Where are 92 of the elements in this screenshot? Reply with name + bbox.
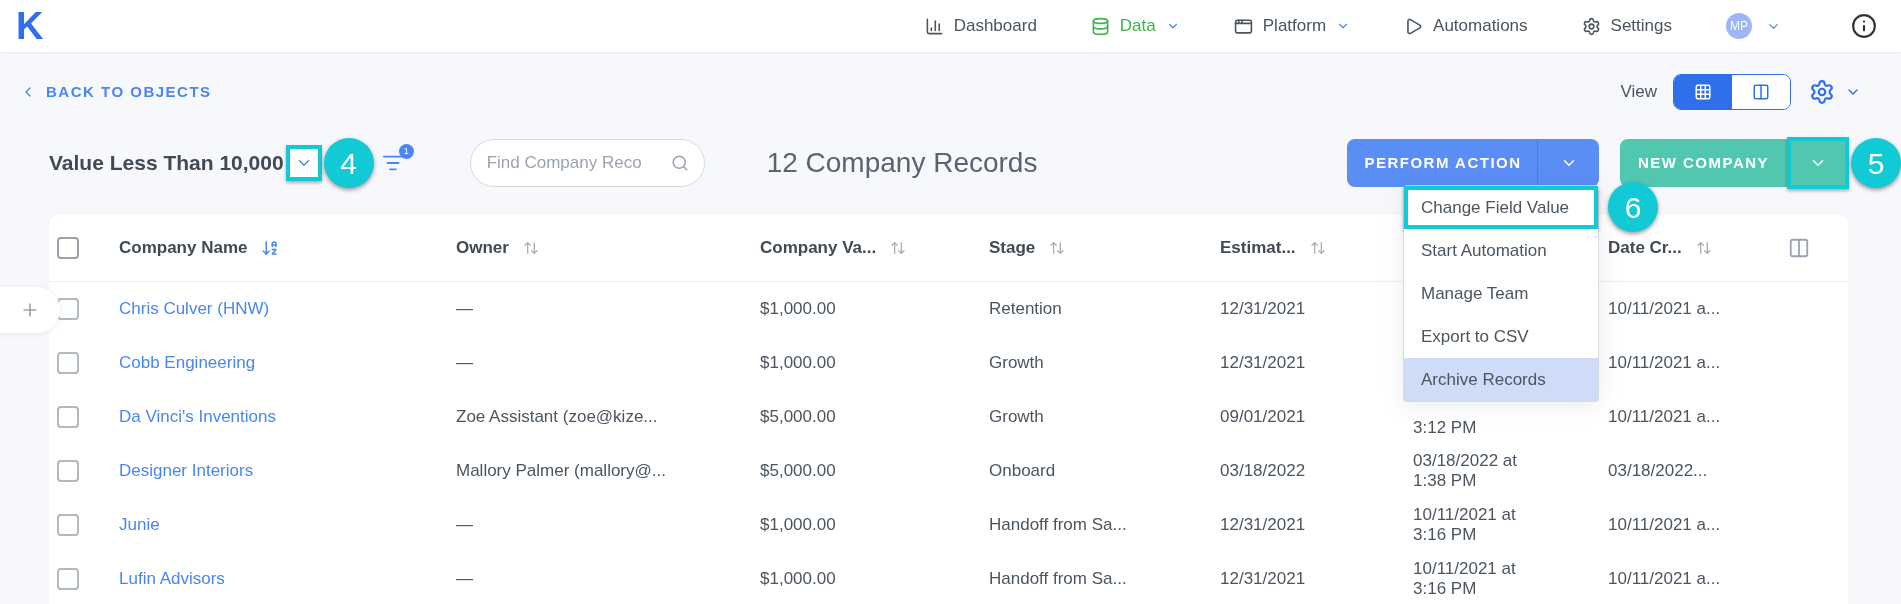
table-cell: 10/11/2021 a... (1608, 514, 1721, 534)
company-link[interactable]: Chris Culver (HNW) (119, 298, 270, 318)
table-cell: 09/01/2021 (1220, 406, 1306, 426)
row-checkbox[interactable] (57, 460, 79, 482)
table-cell: $1,000.00 (760, 352, 836, 372)
row-checkbox[interactable] (57, 514, 79, 536)
table-cell: Growth (989, 352, 1044, 372)
sort-icon[interactable] (522, 240, 539, 256)
table-cell: Handoff from Sa... (989, 514, 1127, 534)
view-name: Value Less Than 10,000 (49, 150, 284, 177)
column-header[interactable]: Estimat... (1220, 235, 1296, 261)
window-icon (1233, 16, 1253, 36)
table-cell: $1,000.00 (760, 298, 836, 318)
search-field[interactable]: Find Company Reco (469, 139, 705, 187)
table-cell: 10/11/2021 a... (1608, 352, 1721, 372)
database-icon (1090, 16, 1110, 36)
row-checkbox[interactable] (57, 298, 79, 320)
column-header[interactable]: Company Name (119, 235, 248, 261)
table-cell: 12/31/2021 (1220, 298, 1306, 318)
company-link[interactable]: Lufin Advisors (119, 568, 225, 588)
sort-icon[interactable] (1309, 240, 1326, 256)
table-cell-text: 03/18/2022 at 1:38 PM (1413, 450, 1518, 492)
nav-item[interactable]: Dashboard (924, 13, 1037, 39)
table-cell-text: 10/11/2021 at 3:16 PM (1413, 558, 1517, 600)
column-header[interactable]: Owner (456, 235, 509, 261)
table-cell: $1,000.00 (760, 514, 836, 534)
sort-icon[interactable] (1695, 240, 1712, 256)
table-cell: Growth (989, 406, 1044, 426)
table-cell: 12/31/2021 (1220, 568, 1306, 588)
table-cell: 10/11/2021 a... (1608, 298, 1721, 318)
row-checkbox[interactable] (57, 406, 79, 428)
step-number-badge: 5 (1851, 138, 1901, 188)
table-cell-text: 3:12 PM (1413, 417, 1478, 439)
table-cell: — (456, 298, 473, 318)
column-header[interactable]: Stage (989, 235, 1036, 261)
table-cell: — (456, 514, 473, 534)
column-header[interactable]: Date Cr... (1608, 235, 1682, 261)
table-cell: 12/31/2021 (1220, 352, 1306, 372)
company-link[interactable]: Da Vinci's Inventions (119, 406, 276, 426)
table-cell-text: 10/11/2021 at 3:16 PM (1413, 504, 1517, 546)
table-cell: — (456, 568, 473, 588)
nav-item[interactable]: Automations (1404, 13, 1528, 39)
table-cell: 12/31/2021 (1220, 514, 1306, 534)
view-toggle[interactable] (1674, 75, 1732, 109)
info-icon[interactable] (1851, 13, 1877, 39)
grid-icon (1694, 83, 1712, 101)
table-cell: 10/11/2021 a... (1608, 568, 1721, 588)
step-number-badge: 4 (323, 138, 374, 188)
settings-icon (1809, 79, 1835, 105)
table-cell: Onboard (989, 460, 1056, 480)
sort-icon[interactable] (890, 240, 907, 256)
view-label: View (1620, 81, 1657, 104)
record-count: 12 Company Records (766, 146, 1038, 180)
menu-item[interactable]: Change Field Value (1404, 186, 1598, 229)
bar-chart-icon (924, 16, 944, 36)
logo[interactable]: K (16, 7, 44, 45)
menu-item[interactable]: Start Automation (1404, 229, 1598, 272)
play-icon (1404, 16, 1424, 36)
row-checkbox[interactable] (57, 352, 79, 374)
view-toggle[interactable] (1732, 75, 1790, 109)
table-cell: Handoff from Sa... (989, 568, 1127, 588)
table-cell: — (456, 352, 473, 372)
nav-item[interactable]: Platform (1233, 13, 1351, 39)
nav-item[interactable]: Settings (1581, 13, 1672, 39)
table-cell: $5,000.00 (760, 460, 836, 480)
add-row-button[interactable] (0, 287, 60, 333)
table-cell: Zoe Assistant (zoe@kize... (456, 406, 658, 426)
columns-icon[interactable] (1788, 237, 1810, 259)
column-header[interactable]: Company Va... (760, 235, 877, 261)
company-link[interactable]: Designer Interiors (119, 460, 254, 480)
search-icon (670, 154, 689, 172)
avatar: MP (1726, 13, 1752, 39)
table-cell: Mallory Palmer (mallory@... (456, 460, 666, 480)
table-cell: $1,000.00 (760, 568, 836, 588)
sort-ascending-icon[interactable] (261, 239, 280, 257)
select-all-checkbox[interactable] (57, 237, 79, 259)
menu-item[interactable]: Export to CSV (1404, 315, 1598, 358)
row-checkbox[interactable] (57, 568, 79, 590)
table-cell: 03/18/2022... (1608, 460, 1708, 480)
menu-item[interactable]: Manage Team (1404, 272, 1598, 315)
table-cell: $5,000.00 (760, 406, 836, 426)
filter-count-badge: 1 (398, 144, 414, 159)
table-cell: Retention (989, 298, 1062, 318)
columns-icon (1752, 83, 1770, 101)
table-cell: 03/18/2022 (1220, 460, 1306, 480)
table-cell: 10/11/2021 a... (1608, 406, 1721, 426)
settings-icon (1581, 16, 1601, 36)
sort-icon[interactable] (1049, 240, 1066, 256)
menu-item[interactable]: Archive Records (1404, 358, 1598, 401)
company-link[interactable]: Cobb Engineering (119, 352, 256, 372)
company-link[interactable]: Junie (119, 514, 160, 534)
view-menu-button[interactable] (285, 145, 322, 181)
